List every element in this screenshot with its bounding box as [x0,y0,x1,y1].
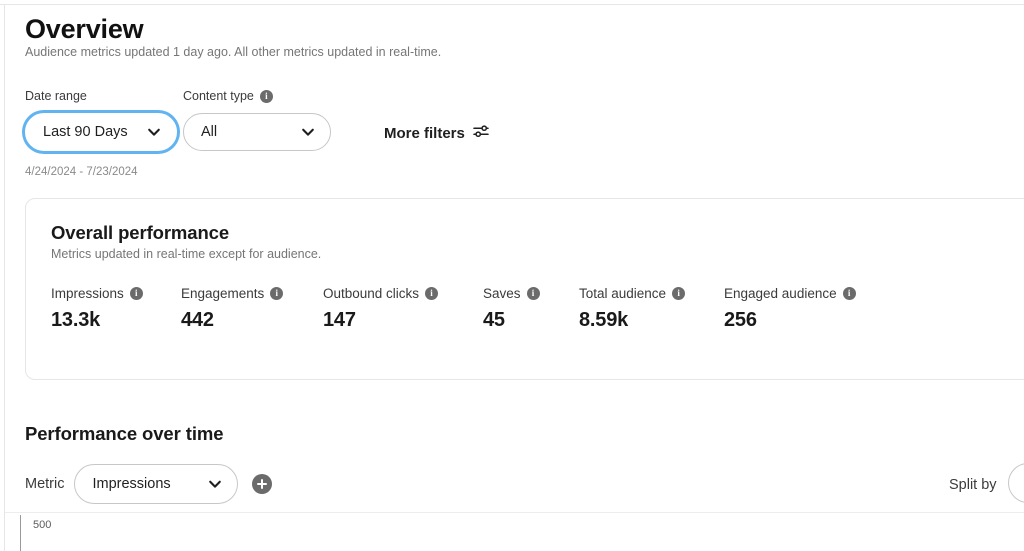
content-type-value: All [201,124,218,140]
performance-over-time-controls: Metric Impressions [25,463,273,505]
page-top-divider [0,4,1024,5]
metric-outbound-clicks: Outbound clicks i 147 [323,284,483,332]
metric-engagements: Engagements i 442 [181,284,323,332]
chevron-down-icon [146,124,162,140]
info-icon[interactable]: i [672,286,686,300]
info-icon[interactable]: i [842,286,856,300]
metric-select-label: Metric [25,476,65,492]
metric-label: Total audience [579,285,667,301]
metric-saves: Saves i 45 [483,284,579,332]
metric-label: Engaged audience [724,285,837,301]
content-type-label: Content type [183,89,254,103]
content-type-select[interactable]: All [183,113,331,151]
overall-performance-card: Overall performance Metrics updated in r… [25,198,1024,380]
page-subtitle: Audience metrics updated 1 day ago. All … [25,45,442,59]
date-range-caption: 4/24/2024 - 7/23/2024 [25,166,138,178]
sliders-icon [473,124,490,143]
metric-head: Impressions i [51,284,181,302]
page-left-divider [4,5,5,551]
metric-value: 256 [724,309,757,331]
metric-label: Engagements [181,285,265,301]
info-icon[interactable]: i [425,286,439,300]
info-icon[interactable]: i [129,286,143,300]
overall-performance-subtitle: Metrics updated in real-time except for … [51,247,322,261]
plus-circle-icon[interactable] [252,474,273,494]
date-range-select[interactable]: Last 90 Days [25,113,177,151]
info-icon[interactable]: i [270,286,284,300]
metric-total-audience: Total audience i 8.59k [579,284,724,332]
info-icon[interactable]: i [526,286,540,300]
date-range-label: Date range [25,89,87,103]
date-range-value: Last 90 Days [43,124,128,140]
metric-value: 442 [181,309,214,331]
metric-impressions: Impressions i 13.3k [51,284,181,332]
metric-value: 8.59k [579,309,629,331]
metric-label: Saves [483,285,521,301]
filter-bar: Date range Last 90 Days Content type i A… [25,88,985,151]
metric-value: 45 [483,309,505,331]
chart-y-tick-label: 500 [33,519,52,531]
metrics-row: Impressions i 13.3k Engagements i 442 Ou… [51,284,884,332]
content-type-field: Content type i All [183,88,331,151]
metric-head: Total audience i [579,284,724,302]
chart-y-axis [20,515,21,551]
metric-head: Engagements i [181,284,323,302]
overall-performance-title: Overall performance [51,222,230,243]
chevron-down-icon [207,476,223,492]
split-by-label: Split by [949,477,997,493]
more-filters-button[interactable]: More filters [384,122,490,144]
performance-chart [5,512,1024,551]
date-range-label-row: Date range [25,88,177,104]
more-filters-label: More filters [384,124,465,142]
metric-head: Outbound clicks i [323,284,483,302]
content-type-label-row: Content type i [183,88,331,104]
info-icon[interactable]: i [259,89,273,103]
metric-engaged-audience: Engaged audience i 256 [724,284,884,332]
metric-label: Impressions [51,285,124,301]
metric-select[interactable]: Impressions [74,464,239,504]
metric-head: Saves i [483,284,579,302]
date-range-field: Date range Last 90 Days [25,88,177,151]
performance-over-time-title: Performance over time [25,423,224,444]
overview-analytics-page: Overview Audience metrics updated 1 day … [0,0,1024,551]
split-by-select[interactable] [1008,463,1024,503]
metric-value: 147 [323,309,356,331]
metric-select-value: Impressions [92,476,171,492]
metric-label: Outbound clicks [323,285,420,301]
metric-value: 13.3k [51,309,101,331]
chevron-down-icon [300,124,316,140]
page-title: Overview [25,14,144,44]
metric-head: Engaged audience i [724,284,884,302]
